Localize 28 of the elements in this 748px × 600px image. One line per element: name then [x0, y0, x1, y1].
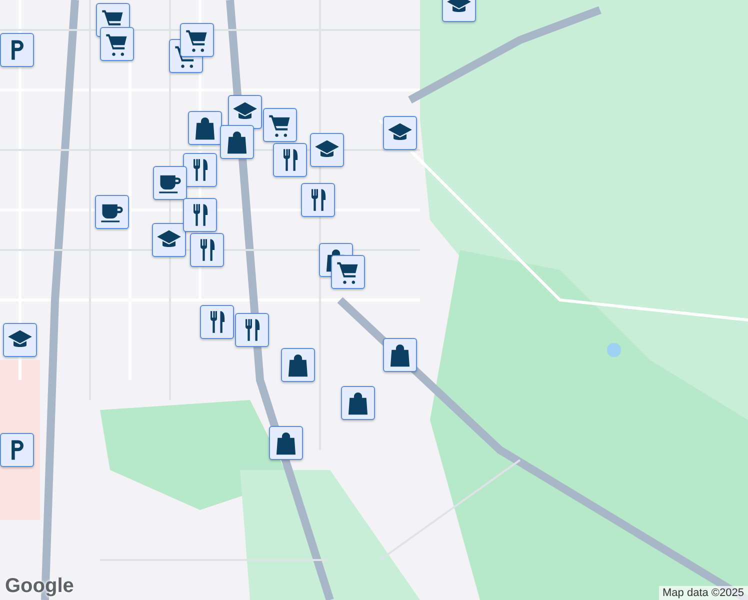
map-pin[interactable] — [183, 198, 217, 232]
map-pin[interactable] — [301, 183, 335, 217]
map-pin[interactable] — [152, 223, 186, 257]
map-pin[interactable] — [235, 313, 269, 347]
map-pin[interactable] — [269, 426, 303, 460]
map-pin[interactable] — [95, 195, 129, 229]
map-pin[interactable] — [153, 166, 187, 200]
map-pin[interactable] — [183, 153, 217, 187]
map-attribution: Map data ©2025 — [658, 586, 748, 600]
map-pin[interactable] — [180, 23, 214, 57]
map-pin[interactable] — [383, 116, 417, 150]
map-pin[interactable] — [100, 27, 134, 61]
map-pin[interactable] — [281, 348, 315, 382]
map-pin[interactable] — [228, 95, 262, 129]
map-pin[interactable] — [341, 386, 375, 420]
map-pin[interactable] — [273, 143, 307, 177]
map-pin[interactable] — [0, 433, 34, 467]
map-pin[interactable] — [331, 255, 365, 289]
map-pin[interactable] — [263, 108, 297, 142]
google-logo: Google — [5, 575, 74, 598]
map-pin[interactable] — [220, 125, 254, 159]
map-pin[interactable] — [383, 338, 417, 372]
map-pin[interactable] — [310, 133, 344, 167]
map-pin[interactable] — [190, 233, 224, 267]
map-pin[interactable] — [0, 33, 34, 67]
map-pin[interactable] — [200, 305, 234, 339]
map-pin[interactable] — [3, 323, 37, 357]
map-pin[interactable] — [188, 111, 222, 145]
